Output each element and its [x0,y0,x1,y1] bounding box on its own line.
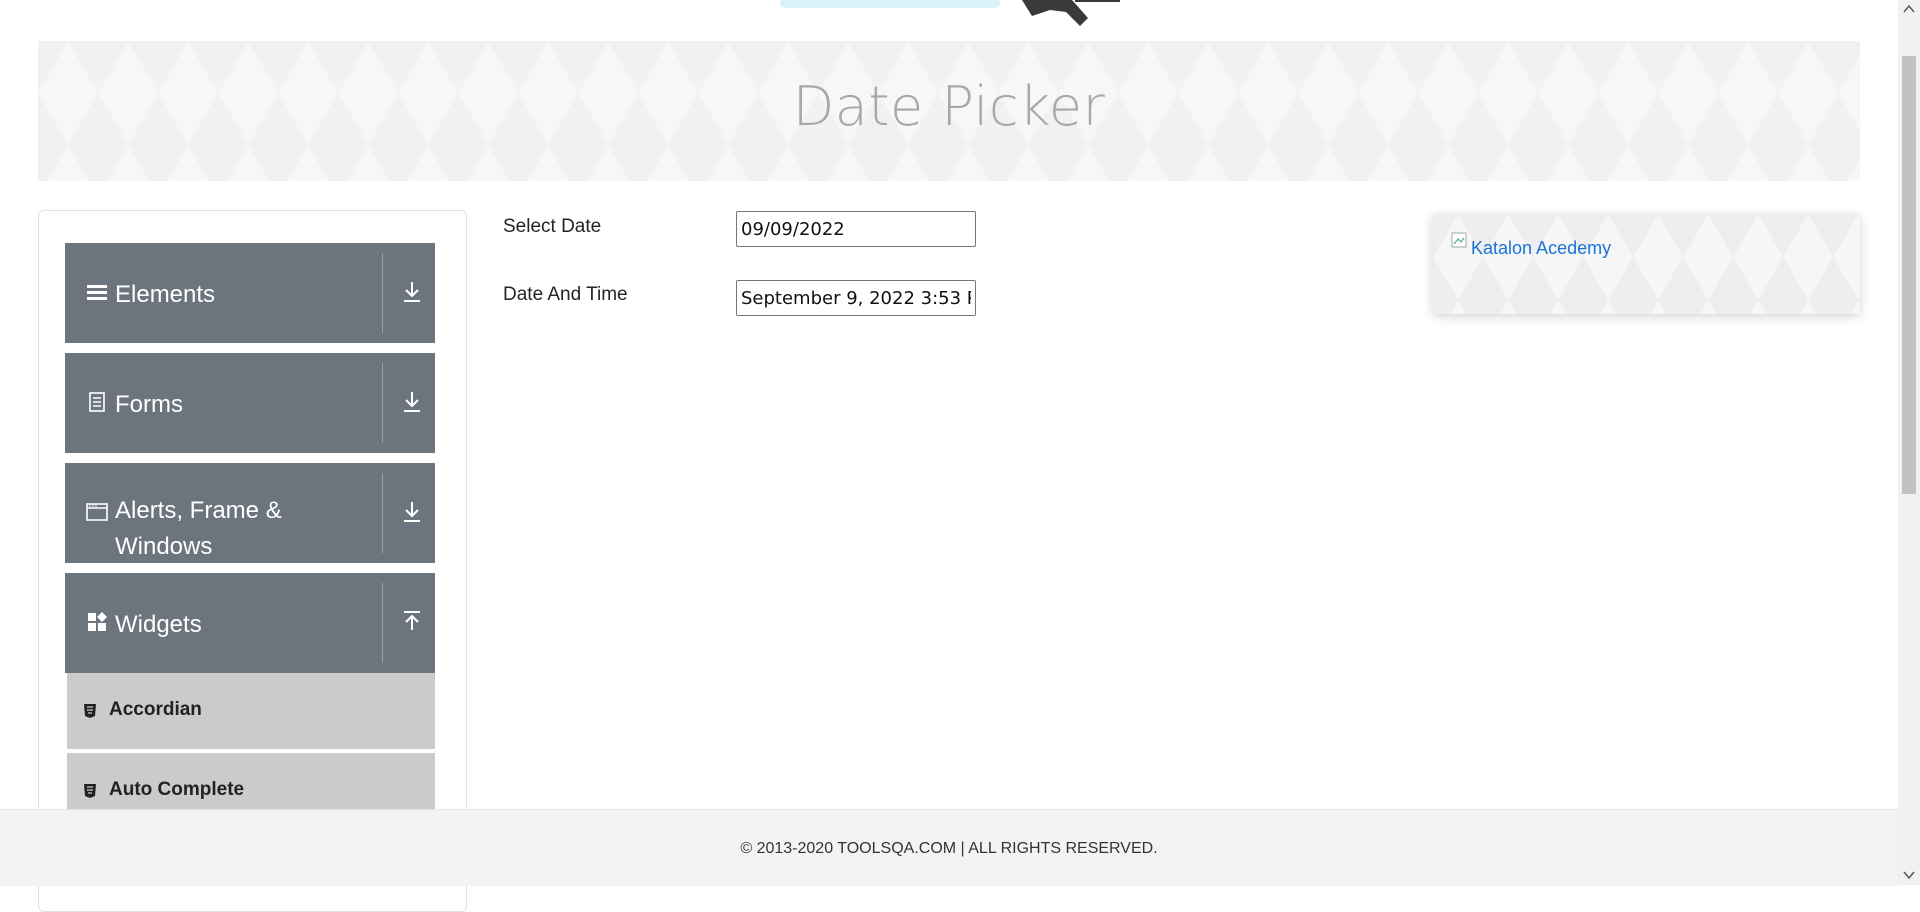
upload-icon[interactable] [399,609,425,635]
sidebar: Elements Forms Alerts, Frame & Windows W… [38,210,467,912]
sidebar-group-label: Widgets [115,611,202,638]
window-icon [86,503,108,521]
toolsqa-logo [780,0,1120,26]
scroll-thumb[interactable] [1902,56,1916,494]
divider [382,363,383,443]
ad-banner: Katalon Acedemy [1433,214,1860,314]
select-date-input[interactable] [736,211,976,247]
sidebar-group-elements[interactable]: Elements [65,243,435,343]
html5-icon [84,784,96,798]
scroll-down-icon[interactable] [1903,870,1915,880]
page-banner: Date Picker [38,41,1860,181]
scroll-up-icon[interactable] [1903,4,1915,14]
download-icon[interactable] [399,499,425,525]
download-icon[interactable] [399,389,425,415]
date-time-input[interactable] [736,280,976,316]
document-icon [89,392,105,412]
divider [382,473,383,553]
divider [382,253,383,333]
hamburger-icon [87,285,107,300]
scrollbar[interactable] [1898,0,1920,885]
date-time-label: Date And Time [503,284,628,305]
sidebar-group-widgets[interactable]: Widgets [65,573,435,673]
sidebar-group-forms[interactable]: Forms [65,353,435,453]
html5-icon [84,704,96,718]
footer-copyright: © 2013-2020 TOOLSQA.COM | ALL RIGHTS RES… [740,840,1158,857]
page-title: Date Picker [792,75,1106,138]
select-date-label: Select Date [503,216,602,237]
sidebar-item-accordian[interactable]: Accordian [67,673,435,749]
sidebar-item-label: Accordian [109,699,202,720]
widgets-icon [88,612,107,631]
header-logo[interactable] [0,0,1898,40]
sidebar-group-label: Alerts, Frame & Windows [115,497,282,560]
download-icon[interactable] [399,279,425,305]
sidebar-group-alerts[interactable]: Alerts, Frame & Windows [65,463,435,563]
sidebar-group-label: Elements [115,281,216,308]
sidebar-item-label: Auto Complete [109,779,245,800]
broken-image-icon [1451,232,1467,248]
footer: © 2013-2020 TOOLSQA.COM | ALL RIGHTS RES… [0,809,1898,886]
katalon-academy-link[interactable]: Katalon Acedemy [1471,238,1611,259]
divider [382,583,383,663]
sidebar-group-label: Forms [115,391,183,418]
